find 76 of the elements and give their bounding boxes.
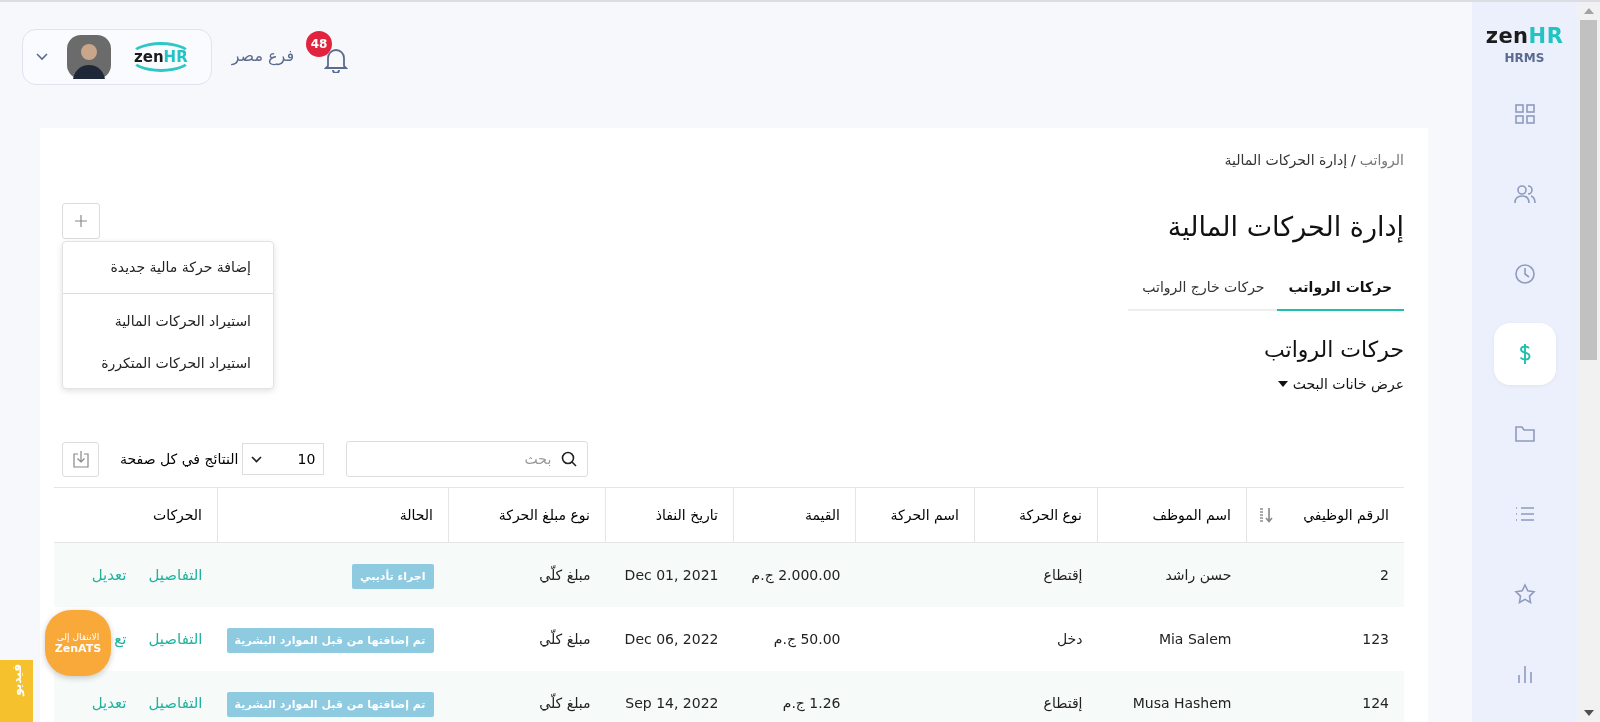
page-size-select[interactable]: 10 bbox=[242, 443, 325, 475]
scroll-down-icon[interactable] bbox=[1583, 710, 1594, 716]
table-cell: Dec 06, 2022 bbox=[624, 631, 719, 647]
page-title: إدارة الحركات المالية bbox=[1167, 211, 1404, 242]
action-link[interactable]: تعديل bbox=[91, 566, 127, 584]
table-cell: Musa Hashem bbox=[1132, 695, 1232, 711]
clock-icon bbox=[1513, 263, 1536, 285]
chevron-down-icon bbox=[35, 52, 49, 62]
bell-icon[interactable] bbox=[324, 47, 349, 73]
table-cell: 2.000.00 ج.م bbox=[751, 567, 841, 583]
zenhr-logo: zenHR bbox=[129, 42, 193, 72]
download-icon bbox=[72, 450, 89, 468]
table-cell: 50.00 ج.م bbox=[773, 631, 841, 647]
action-link[interactable]: تعديل bbox=[91, 694, 127, 712]
scrollbar-thumb[interactable] bbox=[1580, 20, 1597, 360]
search-field[interactable]: بحث bbox=[346, 441, 589, 477]
branch-name: فرع مصر bbox=[231, 46, 295, 65]
table-cell: Sep 14, 2022 bbox=[625, 695, 719, 711]
breadcrumb-link[interactable]: الرواتب bbox=[1359, 152, 1404, 168]
status-badge: تم إضافتها من قبل الموارد البشرية bbox=[226, 692, 434, 717]
table-cell: مبلغ كلّي bbox=[539, 631, 591, 647]
export-button[interactable] bbox=[62, 441, 99, 477]
action-link[interactable]: التفاصيل bbox=[148, 694, 203, 712]
column-header: نوع الحركة bbox=[1018, 507, 1082, 523]
sidebar-item[interactable] bbox=[1493, 323, 1556, 385]
sort-icon[interactable] bbox=[1259, 507, 1273, 523]
column-header: الحالة bbox=[399, 507, 433, 523]
page-size-label: النتائج في كل صفحة bbox=[120, 451, 239, 467]
column-header: القيمة bbox=[804, 507, 840, 523]
product-name: HRMS bbox=[1504, 51, 1545, 65]
plus-icon bbox=[75, 215, 87, 227]
table-cell: 124 bbox=[1362, 695, 1389, 711]
table-cell: دخل bbox=[1057, 631, 1083, 647]
table-cell: مبلغ كلّي bbox=[539, 567, 591, 583]
zenhr-logo: zenHR bbox=[1485, 24, 1564, 48]
folder-icon bbox=[1513, 423, 1536, 445]
chevron-down-icon bbox=[251, 455, 263, 463]
action-link[interactable]: التفاصيل bbox=[148, 566, 203, 584]
column-header: تاريخ النفاذ bbox=[655, 507, 718, 523]
table-cell: إقتطاع bbox=[1043, 695, 1083, 711]
add-button[interactable] bbox=[62, 203, 100, 239]
tab[interactable]: حركات الرواتب bbox=[1276, 271, 1404, 311]
users-icon bbox=[1513, 183, 1536, 205]
breadcrumb-current: إدارة الحركات المالية bbox=[1224, 152, 1348, 168]
avatar bbox=[67, 35, 111, 79]
menu-item[interactable]: استيراد الحركات المالية bbox=[63, 300, 273, 342]
star-icon bbox=[1513, 583, 1536, 605]
table-cell: حسن راشد bbox=[1165, 567, 1232, 583]
table-cell: Dec 01, 2021 bbox=[624, 567, 719, 583]
column-header: الرقم الوظيفي bbox=[1303, 507, 1389, 523]
action-link[interactable]: التفاصيل bbox=[148, 630, 203, 648]
column-header: نوع مبلغ الحركة bbox=[498, 507, 590, 523]
status-badge: تم إضافتها من قبل الموارد البشرية bbox=[226, 628, 434, 653]
search-fields-toggle[interactable]: عرض خانات البحث bbox=[1277, 376, 1404, 392]
menu-item[interactable]: استيراد الحركات المتكررة bbox=[63, 342, 273, 384]
status-badge: اجراء تأديبي bbox=[352, 564, 434, 589]
table-cell: 2 bbox=[1380, 567, 1389, 583]
breadcrumb-separator: / bbox=[1351, 152, 1356, 168]
table-cell: إقتطاع bbox=[1043, 567, 1083, 583]
search-icon bbox=[561, 451, 578, 467]
column-header: الحركات bbox=[152, 507, 202, 523]
action-link[interactable]: تع bbox=[114, 630, 127, 648]
account-menu[interactable]: zenHR bbox=[22, 29, 212, 85]
column-header: اسم الموظف bbox=[1152, 507, 1231, 523]
table-cell: Mia Salem bbox=[1158, 631, 1232, 647]
table-cell: 123 bbox=[1362, 631, 1389, 647]
scrollbar[interactable] bbox=[1577, 2, 1600, 722]
column-header: اسم الحركة bbox=[890, 507, 959, 523]
section-title: حركات الرواتب bbox=[1263, 337, 1404, 362]
grid-icon bbox=[1513, 103, 1536, 125]
notification-badge: 48 bbox=[306, 31, 333, 57]
table-cell: مبلغ كلّي bbox=[539, 695, 591, 711]
caret-icon bbox=[1277, 381, 1288, 387]
scroll-up-icon[interactable] bbox=[1583, 8, 1594, 14]
tab[interactable]: حركات خارج الرواتب bbox=[1130, 271, 1277, 311]
table-cell: 1.26 ج.م bbox=[782, 695, 841, 711]
